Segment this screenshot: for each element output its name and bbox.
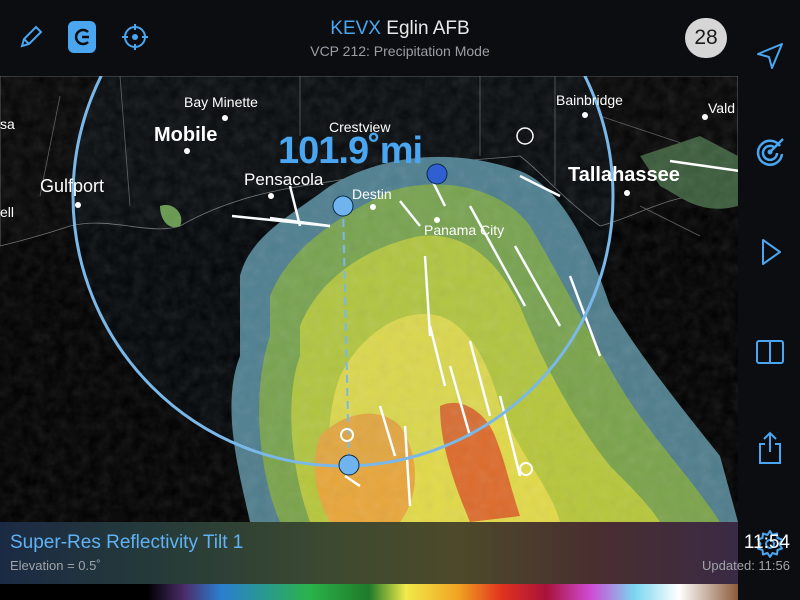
city-label: Crestview bbox=[329, 119, 391, 135]
city-label: Pensacola bbox=[244, 170, 324, 189]
vcp-mode: VCP 212: Precipitation Mode bbox=[310, 43, 490, 59]
city-label: Mobile bbox=[154, 124, 218, 146]
city-dot bbox=[624, 190, 630, 196]
city-dot bbox=[370, 204, 376, 210]
city-label: Tallahassee bbox=[568, 164, 680, 186]
city-label: Panama City bbox=[424, 222, 505, 238]
city-label: Gulfport bbox=[40, 176, 105, 196]
radar-target-icon[interactable] bbox=[754, 136, 786, 168]
location-arrow-icon[interactable] bbox=[754, 40, 786, 72]
city-label: Vald bbox=[708, 100, 735, 116]
reflectivity-color-scale bbox=[0, 584, 738, 600]
city-dot bbox=[184, 148, 190, 154]
elevation-label: Elevation = 0.5˚ bbox=[10, 558, 101, 573]
share-icon[interactable] bbox=[754, 430, 786, 464]
updated-time: Updated: 11:56 bbox=[702, 558, 790, 573]
radar-map[interactable]: 101.9˚mi Bay Minette Mobile Crestview Pe… bbox=[0, 76, 738, 522]
city-label: sa bbox=[0, 116, 15, 132]
city-dot bbox=[222, 115, 228, 121]
city-dot bbox=[702, 114, 708, 120]
city-label: Destin bbox=[352, 186, 392, 202]
play-icon[interactable] bbox=[754, 236, 786, 268]
city-label: ell bbox=[0, 204, 15, 220]
station-name: Eglin AFB bbox=[386, 18, 470, 39]
count-badge[interactable]: 28 bbox=[685, 18, 727, 58]
city-dot bbox=[75, 202, 81, 208]
city-label: Bainbridge bbox=[556, 92, 623, 108]
station-code: KEVX bbox=[330, 18, 381, 39]
product-name[interactable]: Super-Res Reflectivity Tilt 1 bbox=[10, 532, 243, 554]
city-label: Bay Minette bbox=[184, 94, 258, 110]
city-dot bbox=[582, 112, 588, 118]
range-readout: 101.9˚mi bbox=[278, 130, 423, 172]
station-title[interactable]: KEVX Eglin AFB bbox=[0, 18, 800, 40]
sidebar bbox=[738, 0, 800, 600]
scan-time: 11:54 bbox=[743, 532, 790, 553]
split-view-icon[interactable] bbox=[754, 336, 786, 368]
city-dot bbox=[268, 193, 274, 199]
city-dot bbox=[434, 217, 440, 223]
top-bar: KEVX Eglin AFB VCP 212: Precipitation Mo… bbox=[0, 0, 800, 76]
